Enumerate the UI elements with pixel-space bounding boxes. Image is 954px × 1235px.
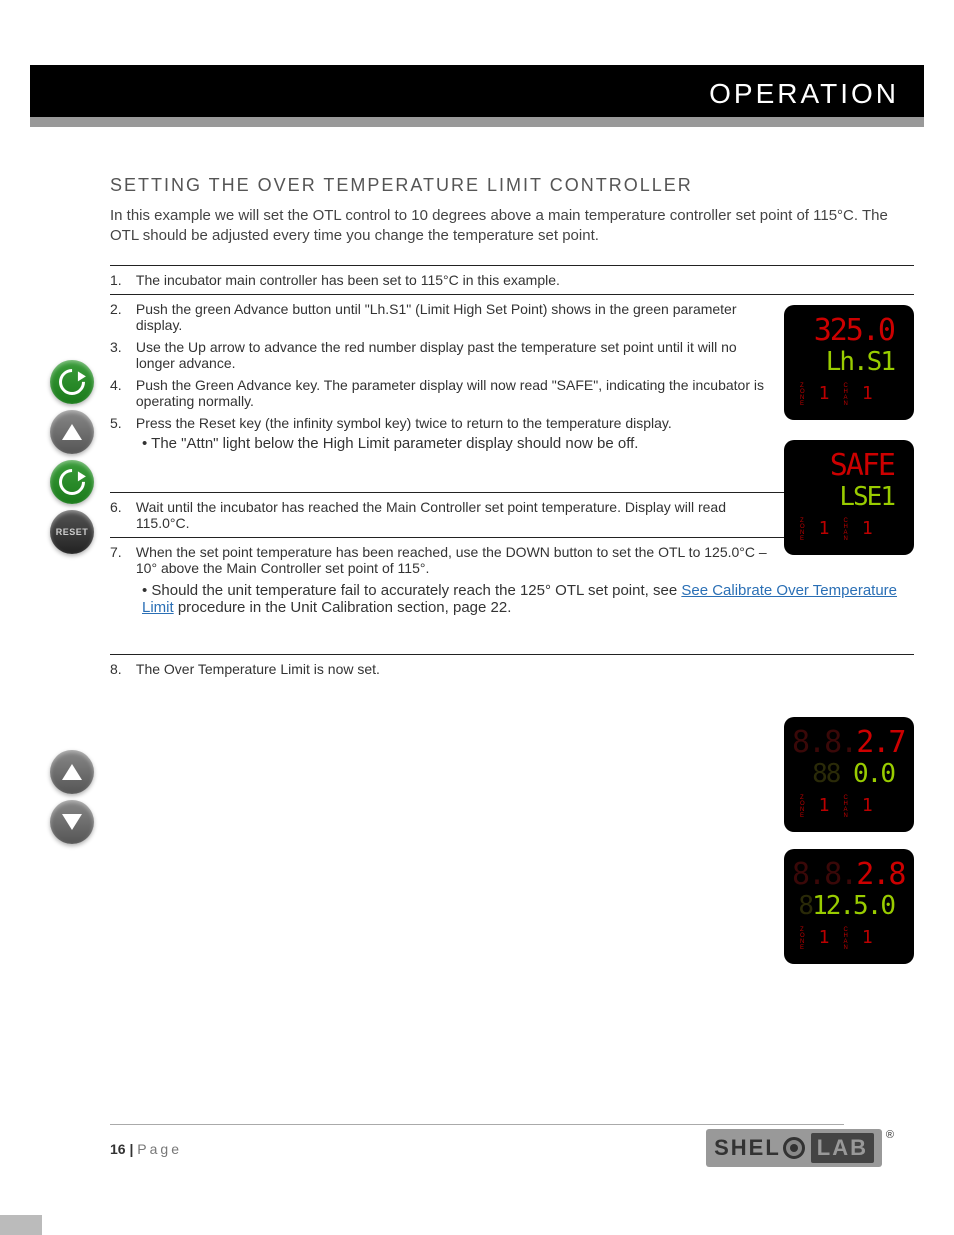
display-panel-2: SAFE LSE1 ZONE 1 CHAN 1 xyxy=(784,440,914,555)
display-3-red: 8.8.2.7 xyxy=(792,725,906,759)
header-underline xyxy=(30,117,924,127)
chan-num-3: 1 xyxy=(862,795,873,819)
calib-link[interactable]: See Calibrate Over Temperature Limit xyxy=(142,582,897,616)
display-2-green: LSE1 xyxy=(792,482,906,512)
bottom-margin-bar xyxy=(0,1215,42,1235)
step-6-number: 6. xyxy=(110,499,132,515)
display-2-red: SAFE xyxy=(792,448,906,482)
zone-num-4: 1 xyxy=(819,927,830,951)
display-panel-3: 8.8.2.7 88 0.0 ZONE 1 CHAN 1 xyxy=(784,717,914,832)
step-7-text: When the set point temperature has been … xyxy=(136,544,776,576)
zone-num-3: 1 xyxy=(819,795,830,819)
chan-num-4: 1 xyxy=(862,927,873,951)
up-arrow-icon xyxy=(50,410,94,454)
shellab-logo: SHEL LAB ® xyxy=(706,1129,894,1167)
page-title: OPERATION xyxy=(709,78,899,110)
display-panel-4: 8.8.2.8 812.5.0 ZONE 1 CHAN 1 xyxy=(784,849,914,964)
step-8: 8. The Over Temperature Limit is now set… xyxy=(110,654,914,677)
step-3-number: 3. xyxy=(110,339,132,355)
calib-note: • Should the unit temperature fail to ac… xyxy=(110,582,914,616)
step-4-number: 4. xyxy=(110,377,132,393)
zone-label-1: ZONE xyxy=(800,383,805,407)
step-1-number: 1. xyxy=(110,272,132,288)
intro-paragraph: In this example we will set the OTL cont… xyxy=(110,206,914,247)
icon-column-1: RESET xyxy=(50,360,100,560)
reset-label: RESET xyxy=(56,527,89,537)
zone-label-4: ZONE xyxy=(800,927,805,951)
display-4-red: 8.8.2.8 xyxy=(792,857,906,891)
step-5-text: Press the Reset key (the infinity symbol… xyxy=(136,415,776,431)
step-4-text: Push the Green Advance key. The paramete… xyxy=(136,377,776,409)
display-panel-1: 325.0 Lh.S1 ZONE 1 CHAN 1 xyxy=(784,305,914,420)
reset-button-icon: RESET xyxy=(50,510,94,554)
chan-num-1: 1 xyxy=(862,383,873,407)
high-limit-attn-text: The "Attn" light below the High Limit pa… xyxy=(151,435,638,452)
display-3-green: 88 0.0 xyxy=(792,759,906,789)
display-1-green: Lh.S1 xyxy=(792,347,906,377)
page-number: 16 | xyxy=(110,1141,133,1157)
down-arrow-icon xyxy=(50,800,94,844)
display-4-green: 812.5.0 xyxy=(792,891,906,921)
content-area: SETTING THE OVER TEMPERATURE LIMIT CONTR… xyxy=(110,175,914,677)
advance-button-icon-2 xyxy=(50,460,94,504)
icon-column-2 xyxy=(50,750,100,850)
advance-button-icon xyxy=(50,360,94,404)
step-6-text: Wait until the incubator has reached the… xyxy=(136,499,776,531)
zone-num-1: 1 xyxy=(819,383,830,407)
chan-label-1: CHAN xyxy=(844,383,848,407)
zone-label-2: ZONE xyxy=(800,518,805,542)
footer-divider xyxy=(110,1124,844,1125)
step-2-number: 2. xyxy=(110,301,132,317)
chan-label-4: CHAN xyxy=(844,927,848,951)
step-5-number: 5. xyxy=(110,415,132,431)
calib-note-text: Should the unit temperature fail to accu… xyxy=(142,582,897,616)
up-arrow-icon-2 xyxy=(50,750,94,794)
section-heading-otl: SETTING THE OVER TEMPERATURE LIMIT CONTR… xyxy=(110,175,914,196)
step-8-text: The Over Temperature Limit is now set. xyxy=(136,661,776,677)
step-2-text: Push the green Advance button until "Lh.… xyxy=(136,301,776,333)
chan-num-2: 1 xyxy=(862,518,873,542)
step-7-number: 7. xyxy=(110,544,132,560)
chan-label-3: CHAN xyxy=(844,795,848,819)
footer: 16 | Page xyxy=(110,1141,182,1157)
zone-num-2: 1 xyxy=(819,518,830,542)
step-1: 1. The incubator main controller has bee… xyxy=(110,265,914,288)
page-word: Page xyxy=(137,1141,182,1157)
display-1-red: 325.0 xyxy=(792,313,906,347)
chan-label-2: CHAN xyxy=(844,518,848,542)
step-8-number: 8. xyxy=(110,661,132,677)
step-3-text: Use the Up arrow to advance the red numb… xyxy=(136,339,776,371)
step-1-text: The incubator main controller has been s… xyxy=(136,272,776,288)
zone-label-3: ZONE xyxy=(800,795,805,819)
